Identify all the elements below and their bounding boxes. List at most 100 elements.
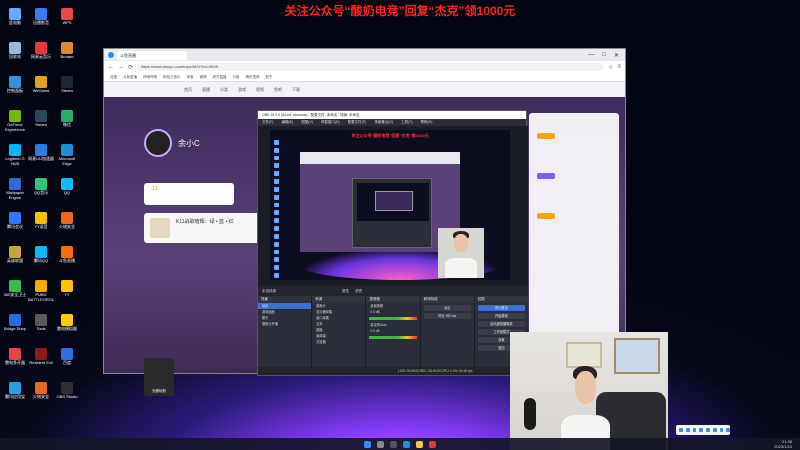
desktop-icon[interactable]: 英雄联盟: [2, 246, 28, 268]
minimize-button[interactable]: —: [588, 52, 594, 59]
desktop-icon[interactable]: QQ: [54, 178, 80, 200]
obs-menu-item[interactable]: 文件(F): [262, 119, 273, 126]
mixer-meter[interactable]: [369, 317, 417, 320]
bookmark-link[interactable]: 网易云音乐: [163, 75, 181, 80]
bookmark-link[interactable]: 抖音: [233, 75, 240, 80]
obs-menu-item[interactable]: 视图(V): [301, 119, 313, 126]
desktop-icon[interactable]: 网易UU加速器: [28, 144, 54, 166]
obs-icon[interactable]: [429, 440, 436, 448]
stop-stream-button[interactable]: 停止推流: [477, 305, 526, 311]
bookmark-link[interactable]: 斗鱼直播: [123, 75, 137, 80]
clock[interactable]: 21:38 2023/1/10: [774, 439, 792, 449]
site-nav-item[interactable]: 游戏: [238, 87, 246, 93]
desktop-icon[interactable]: 腾讯会议: [2, 212, 28, 234]
tag-chip[interactable]: [537, 133, 555, 139]
desktop-icon[interactable]: Bridge Shop: [2, 314, 28, 336]
tag-chip[interactable]: [537, 173, 555, 179]
site-nav-item[interactable]: 分类: [220, 87, 228, 93]
bookmark-link[interactable]: 知乎: [266, 75, 273, 80]
bookmark-link[interactable]: 虎牙直播: [213, 75, 227, 80]
desktop-icon[interactable]: YY: [54, 280, 80, 302]
tag-chip[interactable]: [537, 213, 555, 219]
obs-menu-item[interactable]: 编辑(E): [281, 119, 293, 126]
desktop-icon[interactable]: 斗鱼直播: [54, 246, 80, 268]
properties-button[interactable]: 属性: [342, 286, 349, 296]
desktop-icon[interactable]: YY语音: [28, 212, 54, 234]
task-view-icon[interactable]: [390, 440, 397, 448]
edge-icon[interactable]: [403, 440, 410, 448]
desktop-icon[interactable]: 此电脑: [2, 8, 28, 30]
duration-input[interactable]: 时长 300 ms: [423, 313, 471, 319]
start-recording-button[interactable]: 开始录制: [477, 313, 526, 319]
bookmark-link[interactable]: 百度: [110, 75, 117, 80]
bookmark-link[interactable]: 微博: [200, 75, 207, 80]
desktop-icon[interactable]: 迅雷影音: [28, 8, 54, 30]
search-icon[interactable]: [377, 440, 384, 448]
desktop-icon[interactable]: 腾讯应用宝: [2, 382, 28, 404]
desktop-icon[interactable]: Logitech G HUB: [2, 144, 28, 166]
desktop-icon[interactable]: WeGame: [28, 76, 54, 98]
url-input[interactable]: https://www.douyu.com/topic/MSI?rid=9999: [137, 63, 605, 71]
virtual-camera-button[interactable]: 启动虚拟摄像机: [477, 321, 526, 327]
browser-tab[interactable]: 斗鱼直播: [117, 50, 187, 60]
desktop-icon[interactable]: Steam: [28, 110, 54, 132]
desktop-icon[interactable]: 百度: [54, 348, 80, 370]
desktop-icon[interactable]: 控制面板: [2, 76, 28, 98]
desktop-icon[interactable]: Wallpaper Engine: [2, 178, 28, 200]
desktop-icon[interactable]: 网易云音乐: [28, 42, 54, 64]
obs-preview[interactable]: 关注公众号“酸奶电竞”回复“杰克”领1000元: [258, 126, 528, 286]
bookmark-link[interactable]: 腾讯视频: [246, 75, 260, 80]
scene-item[interactable]: 摄像头开播: [258, 321, 311, 327]
desktop-icon[interactable]: 火绒安全: [28, 382, 54, 404]
desktop-icon[interactable]: OBS Studio: [54, 382, 80, 404]
desktop-icon[interactable]: 360安全卫士: [2, 280, 28, 302]
obs-menu-item[interactable]: 停靠窗口(D): [321, 119, 340, 126]
desktop-icon[interactable]: Resident Evil: [28, 348, 54, 370]
menu-icon[interactable]: ≡: [617, 64, 621, 70]
desktop-icon[interactable]: 回收站: [2, 42, 28, 64]
desktop-icon-label: Tools: [36, 326, 46, 331]
desktop-icon-label: 360安全卫士: [3, 292, 27, 297]
bookmark-link[interactable]: 淘宝: [187, 75, 194, 80]
anchor-name[interactable]: 余小C: [178, 138, 200, 149]
app-icon: [61, 42, 73, 54]
desktop-icon[interactable]: Brotato: [54, 42, 80, 64]
obs-menu-item[interactable]: 场景集合(S): [374, 119, 393, 126]
obs-menu-item[interactable]: 工具(T): [401, 119, 412, 126]
desktop-icon[interactable]: 微信: [54, 110, 80, 132]
desktop-icon[interactable]: Microsoft Edge: [54, 144, 80, 166]
site-nav-item[interactable]: 首页: [184, 87, 192, 93]
mixer-meter[interactable]: [369, 336, 417, 339]
filters-button[interactable]: 滤镜: [355, 286, 362, 296]
desktop-icon[interactable]: QQ音乐: [28, 178, 54, 200]
source-item[interactable]: 浏览器: [312, 339, 365, 345]
system-tray-popup[interactable]: [676, 425, 730, 435]
gift-card[interactable]: 天朗玩粉: [144, 358, 174, 396]
transition-select[interactable]: 淡出: [423, 305, 471, 311]
anchor-avatar[interactable]: [144, 129, 172, 157]
bookmark-link[interactable]: 哔哩哔哩: [143, 75, 157, 80]
refresh-icon[interactable]: ⟳: [128, 64, 133, 71]
site-nav-item[interactable]: 下载: [292, 87, 300, 93]
forward-icon[interactable]: →: [118, 64, 124, 70]
desktop-icon[interactable]: 雷电多开器: [2, 348, 28, 370]
desktop-icon[interactable]: Steam: [54, 76, 80, 98]
desktop-icon[interactable]: PUBG BATTLEGROUNDS: [28, 280, 54, 302]
close-button[interactable]: ✕: [614, 52, 619, 59]
desktop-icon[interactable]: GeForce Experience: [2, 110, 28, 132]
site-nav-item[interactable]: 直播: [202, 87, 210, 93]
desktop-icon[interactable]: WPS: [54, 8, 80, 30]
obs-menu-item[interactable]: 帮助(H): [421, 119, 433, 126]
file-explorer-icon[interactable]: [416, 440, 423, 448]
maximize-button[interactable]: □: [602, 52, 606, 59]
desktop-icon[interactable]: 腾讯QQ: [28, 246, 54, 268]
site-nav-item[interactable]: 视频: [256, 87, 264, 93]
back-icon[interactable]: ←: [108, 64, 114, 70]
star-icon[interactable]: ☆: [608, 64, 613, 71]
obs-menu-item[interactable]: 配置文件(P): [348, 119, 367, 126]
site-nav-item[interactable]: 鱼吧: [274, 87, 282, 93]
start-icon[interactable]: [364, 440, 371, 448]
desktop-icon[interactable]: 雷电模拟器: [54, 314, 80, 336]
desktop-icon[interactable]: 火绒安全: [54, 212, 80, 234]
desktop-icon[interactable]: Tools: [28, 314, 54, 336]
